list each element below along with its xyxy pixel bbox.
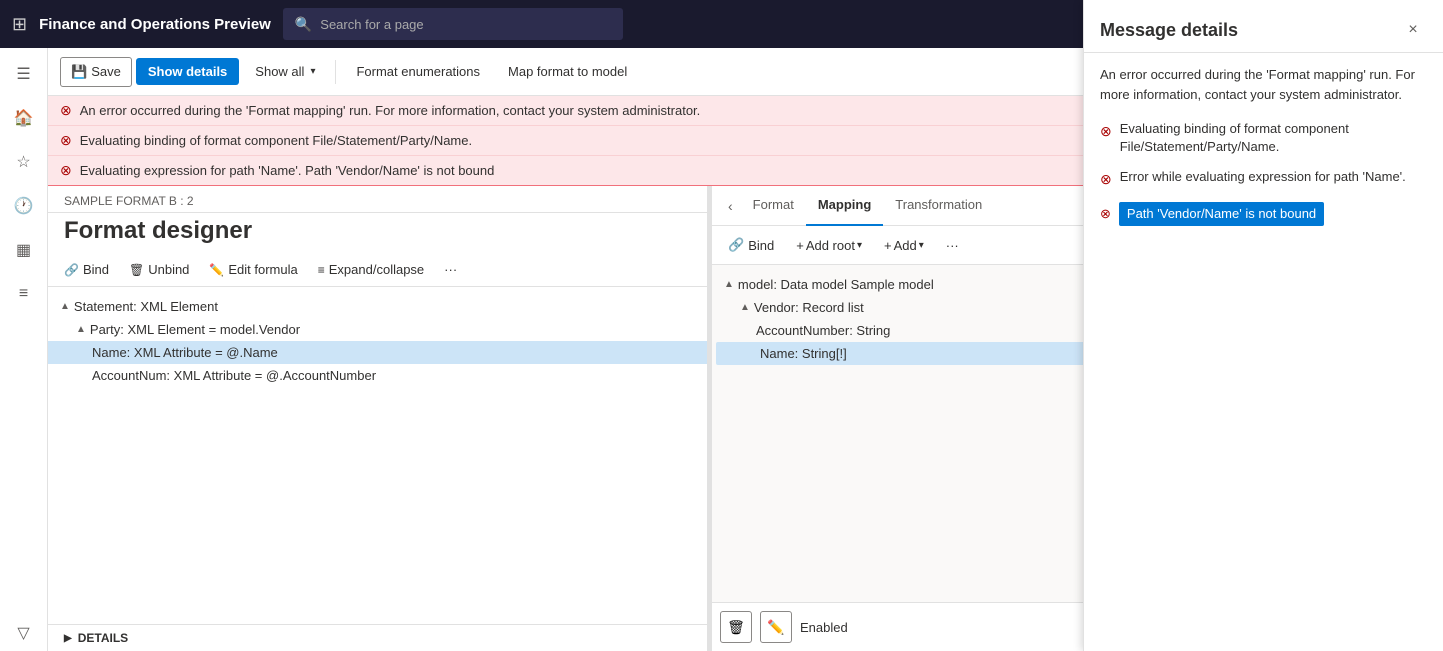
error-text-2: Evaluating binding of format component F… [80, 133, 472, 148]
tree-arrow-party: ▲ [76, 324, 86, 335]
tree-arrow-statement: ▲ [60, 301, 70, 312]
sidebar-clock-icon[interactable]: 🕐 [6, 188, 42, 224]
panel-title: Format designer [48, 213, 707, 253]
grid-icon[interactable]: ⊞ [12, 14, 27, 35]
details-row[interactable]: ▶ DETAILS [48, 624, 707, 651]
msg-error-icon-1: ⊗ [1100, 122, 1112, 142]
show-all-button[interactable]: Show all ▾ [243, 58, 327, 85]
message-item-1: ⊗ Evaluating binding of format component… [1100, 120, 1427, 156]
tree-item-name[interactable]: Name: XML Attribute = @.Name [48, 341, 707, 364]
left-sidebar: ☰ 🏠 ☆ 🕐 ▦ ≡ ▽ [0, 48, 48, 651]
tree-label-name: Name: XML Attribute = @.Name [92, 345, 278, 360]
bind-icon: 🔗 [64, 263, 79, 277]
enabled-label: Enabled [800, 620, 848, 635]
error-text-1: An error occurred during the 'Format map… [80, 103, 701, 118]
msg-text-1: Evaluating binding of format component F… [1120, 120, 1427, 156]
message-panel-title: Message details [1100, 20, 1238, 41]
error-icon-2: ⊗ [60, 132, 72, 149]
mapping-bind-button[interactable]: 🔗 Bind [720, 232, 782, 258]
message-item-2: ⊗ Error while evaluating expression for … [1100, 168, 1427, 190]
tree-label-statement: Statement: XML Element [74, 299, 218, 314]
add-root-button[interactable]: + Add root ▾ [788, 233, 870, 258]
search-icon: 🔍 [295, 16, 312, 33]
message-panel-close-button[interactable]: × [1399, 16, 1427, 44]
app-title: Finance and Operations Preview [39, 16, 271, 33]
msg-text-3: Path 'Vendor/Name' is not bound [1119, 202, 1324, 226]
expand-collapse-icon: ≡ [318, 263, 325, 277]
edit-mapping-button[interactable]: ✏️ [760, 611, 792, 643]
save-icon: 💾 [71, 64, 87, 80]
chevron-left-icon[interactable]: ‹ [720, 198, 741, 214]
add-root-icon: + [796, 238, 804, 253]
unbind-icon: 🗑 [129, 263, 144, 277]
msg-error-icon-2: ⊗ [1100, 170, 1112, 190]
edit-formula-icon: ✏️ [209, 263, 224, 277]
toolbar-separator-1 [335, 60, 336, 84]
error-text-3: Evaluating expression for path 'Name'. P… [80, 163, 495, 178]
show-all-chevron-icon: ▾ [310, 66, 315, 77]
msg-text-2: Error while evaluating expression for pa… [1120, 168, 1406, 186]
sidebar-filter-icon[interactable]: ▽ [6, 615, 42, 651]
add-chevron-icon: ▾ [919, 240, 924, 251]
delete-mapping-button[interactable]: 🗑 [720, 611, 752, 643]
unbind-button[interactable]: 🗑 Unbind [121, 257, 197, 282]
search-bar[interactable]: 🔍 Search for a page [283, 8, 623, 40]
details-label: DETAILS [78, 631, 128, 645]
bind-button[interactable]: 🔗 Bind [56, 257, 117, 282]
msg-error-icon-3: ⊗ [1100, 205, 1111, 223]
more-format-options-button[interactable]: ··· [436, 257, 465, 282]
tree-item-statement[interactable]: ▲ Statement: XML Element [48, 295, 707, 318]
message-panel-body: An error occurred during the 'Format map… [1084, 53, 1443, 651]
tree-label-accountnum: AccountNum: XML Attribute = @.AccountNum… [92, 368, 376, 383]
edit-formula-button[interactable]: ✏️ Edit formula [201, 257, 305, 282]
tree-item-accountnum[interactable]: AccountNum: XML Attribute = @.AccountNum… [48, 364, 707, 387]
expand-collapse-button[interactable]: ≡ Expand/collapse [310, 257, 432, 282]
format-tree: ▲ Statement: XML Element ▲ Party: XML El… [48, 287, 707, 624]
message-panel-header: Message details × [1084, 0, 1443, 53]
mapping-arrow-model: ▲ [724, 279, 734, 290]
sidebar-home-icon[interactable]: 🏠 [6, 100, 42, 136]
mapping-bind-icon: 🔗 [728, 237, 744, 253]
tab-format[interactable]: Format [741, 186, 806, 226]
tree-label-party: Party: XML Element = model.Vendor [90, 322, 300, 337]
add-icon: + [884, 238, 892, 253]
details-arrow-icon: ▶ [64, 633, 72, 644]
mapping-more-button[interactable]: ··· [938, 233, 967, 258]
mapping-label-accountnumber: AccountNumber: String [756, 323, 890, 338]
sidebar-menu-icon[interactable]: ☰ [6, 56, 42, 92]
mapping-label-model: model: Data model Sample model [738, 277, 934, 292]
add-root-chevron-icon: ▾ [857, 240, 862, 251]
tab-mapping[interactable]: Mapping [806, 186, 883, 226]
format-enumerations-button[interactable]: Format enumerations [344, 58, 492, 85]
error-icon-1: ⊗ [60, 102, 72, 119]
sidebar-grid-icon[interactable]: ▦ [6, 232, 42, 268]
save-button[interactable]: 💾 Save [60, 57, 132, 87]
map-format-to-model-button[interactable]: Map format to model [496, 58, 639, 85]
panel-subtitle: SAMPLE FORMAT B : 2 [48, 186, 707, 213]
message-details-panel: Message details × An error occurred duri… [1083, 0, 1443, 651]
tree-item-party[interactable]: ▲ Party: XML Element = model.Vendor [48, 318, 707, 341]
message-panel-intro: An error occurred during the 'Format map… [1100, 65, 1427, 104]
format-toolbar: 🔗 Bind 🗑 Unbind ✏️ Edit formula ≡ Expand… [48, 253, 707, 287]
message-item-3: ⊗ Path 'Vendor/Name' is not bound [1100, 202, 1427, 226]
error-icon-3: ⊗ [60, 162, 72, 179]
sidebar-star-icon[interactable]: ☆ [6, 144, 42, 180]
left-panel: SAMPLE FORMAT B : 2 Format designer 🔗 Bi… [48, 186, 708, 651]
add-button[interactable]: + Add ▾ [876, 233, 932, 258]
mapping-label-name: Name: String[!] [760, 346, 847, 361]
search-placeholder: Search for a page [320, 17, 423, 32]
sidebar-list-icon[interactable]: ≡ [6, 276, 42, 312]
tab-transformation[interactable]: Transformation [883, 186, 994, 226]
show-details-button[interactable]: Show details [136, 58, 239, 85]
mapping-arrow-vendor: ▲ [740, 302, 750, 313]
mapping-label-vendor: Vendor: Record list [754, 300, 864, 315]
